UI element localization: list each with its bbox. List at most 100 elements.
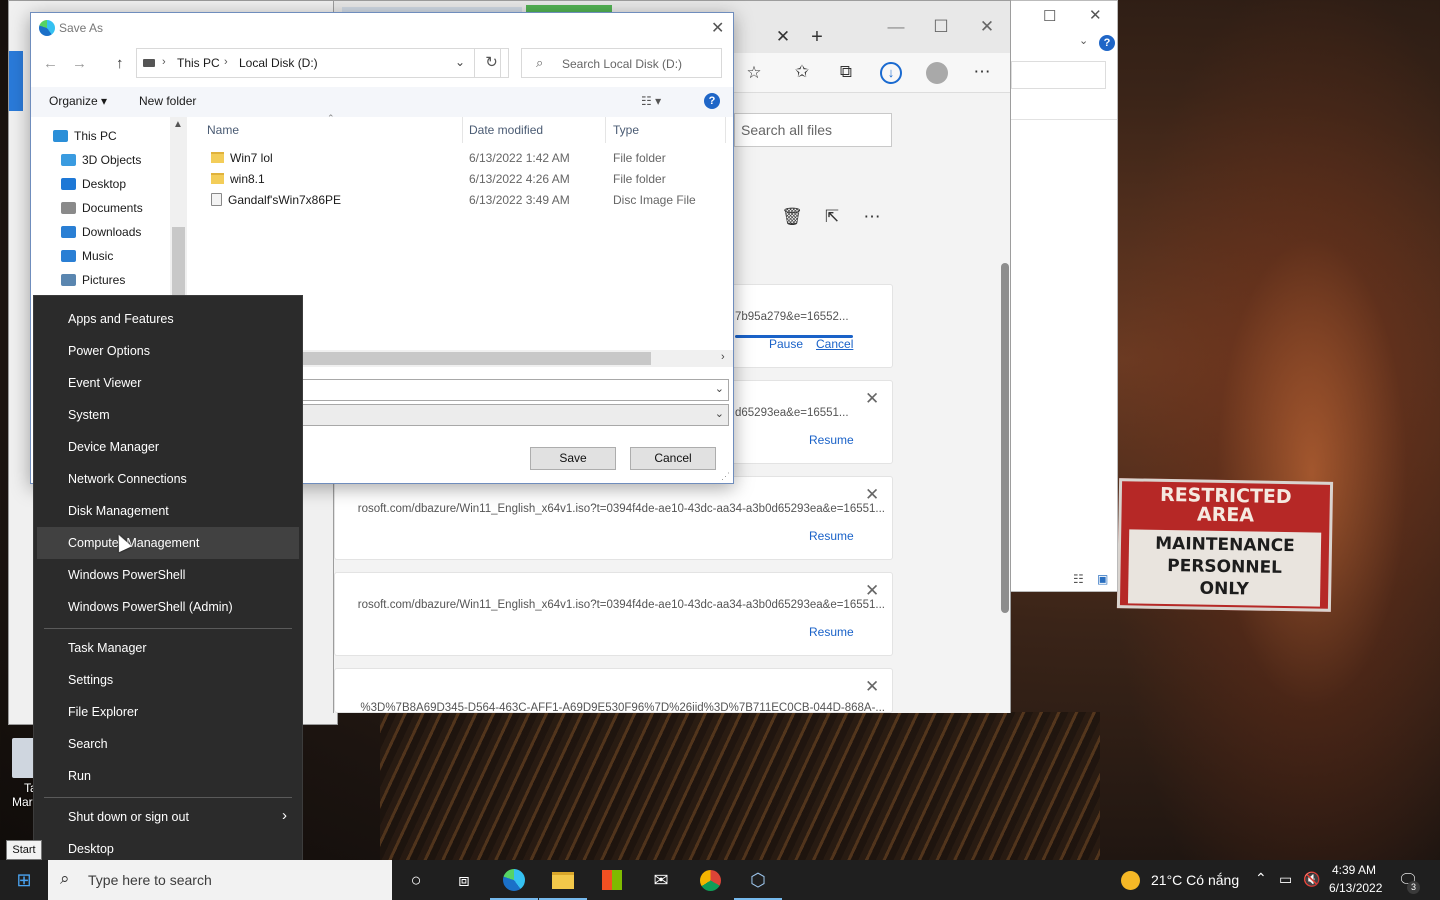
task-view-icon[interactable]: ⧈ [440,860,488,900]
menu-item-disk-management[interactable]: Disk Management [34,495,302,527]
close-window-icon[interactable]: ✕ [973,13,1001,41]
download-item[interactable]: ✕ rosoft.com/dbazure/Win11_English_x64v1… [334,476,893,560]
resume-link[interactable]: Resume [809,529,854,543]
column-date-modified[interactable]: Date modified [469,123,543,137]
menu-item-power-options[interactable]: Power Options [34,335,302,367]
search-all-files-input[interactable]: Search all files [734,113,892,147]
new-tab-icon[interactable]: + [803,23,831,51]
scroll-right-icon[interactable]: › [721,351,725,363]
weather-sun-icon[interactable] [1121,871,1140,890]
close-dialog-icon[interactable]: ✕ [711,18,724,38]
resume-link[interactable]: Resume [809,433,854,447]
organize-button[interactable]: Organize ▾ [49,94,107,108]
nav-item-documents[interactable]: Documents [61,197,143,219]
menu-item-shut-down-or-sign-out[interactable]: Shut down or sign out [34,801,302,833]
resume-link[interactable]: Resume [809,625,854,639]
close-icon[interactable]: ✕ [1089,6,1102,24]
tray-chevron-icon[interactable]: ⌃ [1255,870,1267,887]
address-dropdown-icon[interactable]: ⌄ [455,55,465,69]
scroll-up-icon[interactable]: ▲ [173,119,183,130]
delete-icon[interactable]: 🗑 [778,203,806,231]
menu-item-run[interactable]: Run [34,760,302,792]
back-arrow-icon[interactable]: ← [43,55,58,72]
taskbar-file-explorer-icon[interactable] [539,860,587,900]
open-external-icon[interactable]: ⇱ [818,203,846,231]
file-list-hscrollbar[interactable]: › [301,350,733,367]
collections-icon[interactable]: ⧉ [832,58,860,86]
nav-item-music[interactable]: Music [61,245,113,267]
cancel-link[interactable]: Cancel [816,337,853,351]
remove-download-icon[interactable]: ✕ [865,581,879,601]
chevron-down-icon[interactable]: ⌄ [715,382,724,395]
taskbar-edge-icon[interactable] [490,860,538,900]
nav-item-3d-objects[interactable]: 3D Objects [61,149,141,171]
remove-download-icon[interactable]: ✕ [865,485,879,505]
profile-avatar[interactable] [926,62,948,84]
chevron-down-icon[interactable]: ⌄ [1079,34,1088,47]
add-favorite-icon[interactable]: ☆ [740,59,768,87]
view-options-icon[interactable]: ☷ ▾ [641,94,661,108]
menu-item-computer-management[interactable]: Computer Management [37,527,299,559]
close-tab-icon[interactable]: ✕ [769,23,797,51]
hscroll-thumb[interactable] [301,352,651,365]
menu-item-task-manager[interactable]: Task Manager [34,632,302,664]
nav-item-desktop[interactable]: Desktop [61,173,126,195]
nav-pane-scrollbar[interactable]: ▲ [170,117,187,297]
large-icons-view-icon[interactable]: ▣ [1097,572,1108,586]
download-item[interactable]: ✕ rosoft.com/dbazure/Win11_English_x64v1… [334,572,893,656]
cancel-button[interactable]: Cancel [630,447,716,470]
save-as-type-select[interactable]: ⌄ [301,404,729,426]
new-folder-button[interactable]: New folder [139,94,196,108]
address-bar[interactable]: › This PC › Local Disk (D:) ⌄ [136,48,501,78]
nav-scroll-thumb[interactable] [172,227,185,297]
column-separator[interactable] [605,117,606,143]
forward-arrow-icon[interactable]: → [72,55,87,72]
menu-item-network-connections[interactable]: Network Connections [34,463,302,495]
menu-item-settings[interactable]: Settings [34,664,302,696]
downloads-icon[interactable]: ↓ [880,62,902,84]
more-options-icon[interactable]: ⋯ [858,203,886,231]
menu-item-windows-powershell-admin[interactable]: Windows PowerShell (Admin) [34,591,302,623]
chevron-down-icon[interactable]: ⌄ [715,407,724,420]
background-explorer-window[interactable]: ☐ ✕ ⌄ ? ☷ ▣ [1010,0,1118,592]
download-item[interactable]: ✕ %3D%7B8A69D345-D564-463C-AFF1-A69D9E53… [334,668,893,714]
file-name-input[interactable]: ⌄ [301,379,729,401]
maximize-icon[interactable]: ☐ [1043,7,1056,25]
nav-item-pictures[interactable]: Pictures [61,269,125,291]
breadcrumb-this-pc[interactable]: This PC [177,56,220,70]
pause-link[interactable]: Pause [769,337,803,351]
remove-download-icon[interactable]: ✕ [865,677,879,697]
file-row[interactable]: Win7 lol 6/13/2022 1:42 AM File folder [187,148,717,169]
cortana-icon[interactable]: ○ [392,860,440,900]
column-separator[interactable] [462,117,463,143]
minimize-icon[interactable]: — [882,13,910,41]
volume-muted-icon[interactable]: 🔇 [1303,871,1320,888]
weather-text[interactable]: 21°C Có nắng [1151,872,1239,888]
explorer-search-box[interactable] [1011,61,1106,89]
taskbar-mail-icon[interactable]: ✉ [637,860,685,900]
menu-item-system[interactable]: System [34,399,302,431]
up-arrow-icon[interactable]: ↑ [116,55,124,72]
favorites-icon[interactable]: ✩ [788,58,816,86]
breadcrumb-local-disk[interactable]: Local Disk (D:) [239,56,318,70]
clock-time[interactable]: 4:39 AM [1332,863,1376,877]
dialog-search-box[interactable]: ⌕ Search Local Disk (D:) [521,48,722,78]
column-type[interactable]: Type [613,123,639,137]
maximize-icon[interactable]: ☐ [927,13,955,41]
file-row[interactable]: win8.1 6/13/2022 4:26 AM File folder [187,169,717,190]
more-icon[interactable]: ⋯ [968,58,996,86]
nav-item-downloads[interactable]: Downloads [61,221,141,243]
network-icon[interactable]: ▭ [1279,871,1292,888]
save-button[interactable]: Save [530,447,616,470]
start-windows-icon[interactable]: ⊞ [0,860,48,900]
taskbar-chrome-icon[interactable] [686,860,734,900]
remove-download-icon[interactable]: ✕ [865,389,879,409]
menu-item-event-viewer[interactable]: Event Viewer [34,367,302,399]
refresh-icon[interactable]: ↻ [474,48,509,78]
nav-item-this-pc[interactable]: This PC [53,125,117,147]
menu-item-search[interactable]: Search [34,728,302,760]
taskbar-virtualbox-icon[interactable]: ⬡ [734,860,782,900]
taskbar-store-icon[interactable] [588,860,636,900]
taskbar-search-box[interactable]: ⌕ Type here to search [48,860,392,900]
menu-item-file-explorer[interactable]: File Explorer [34,696,302,728]
